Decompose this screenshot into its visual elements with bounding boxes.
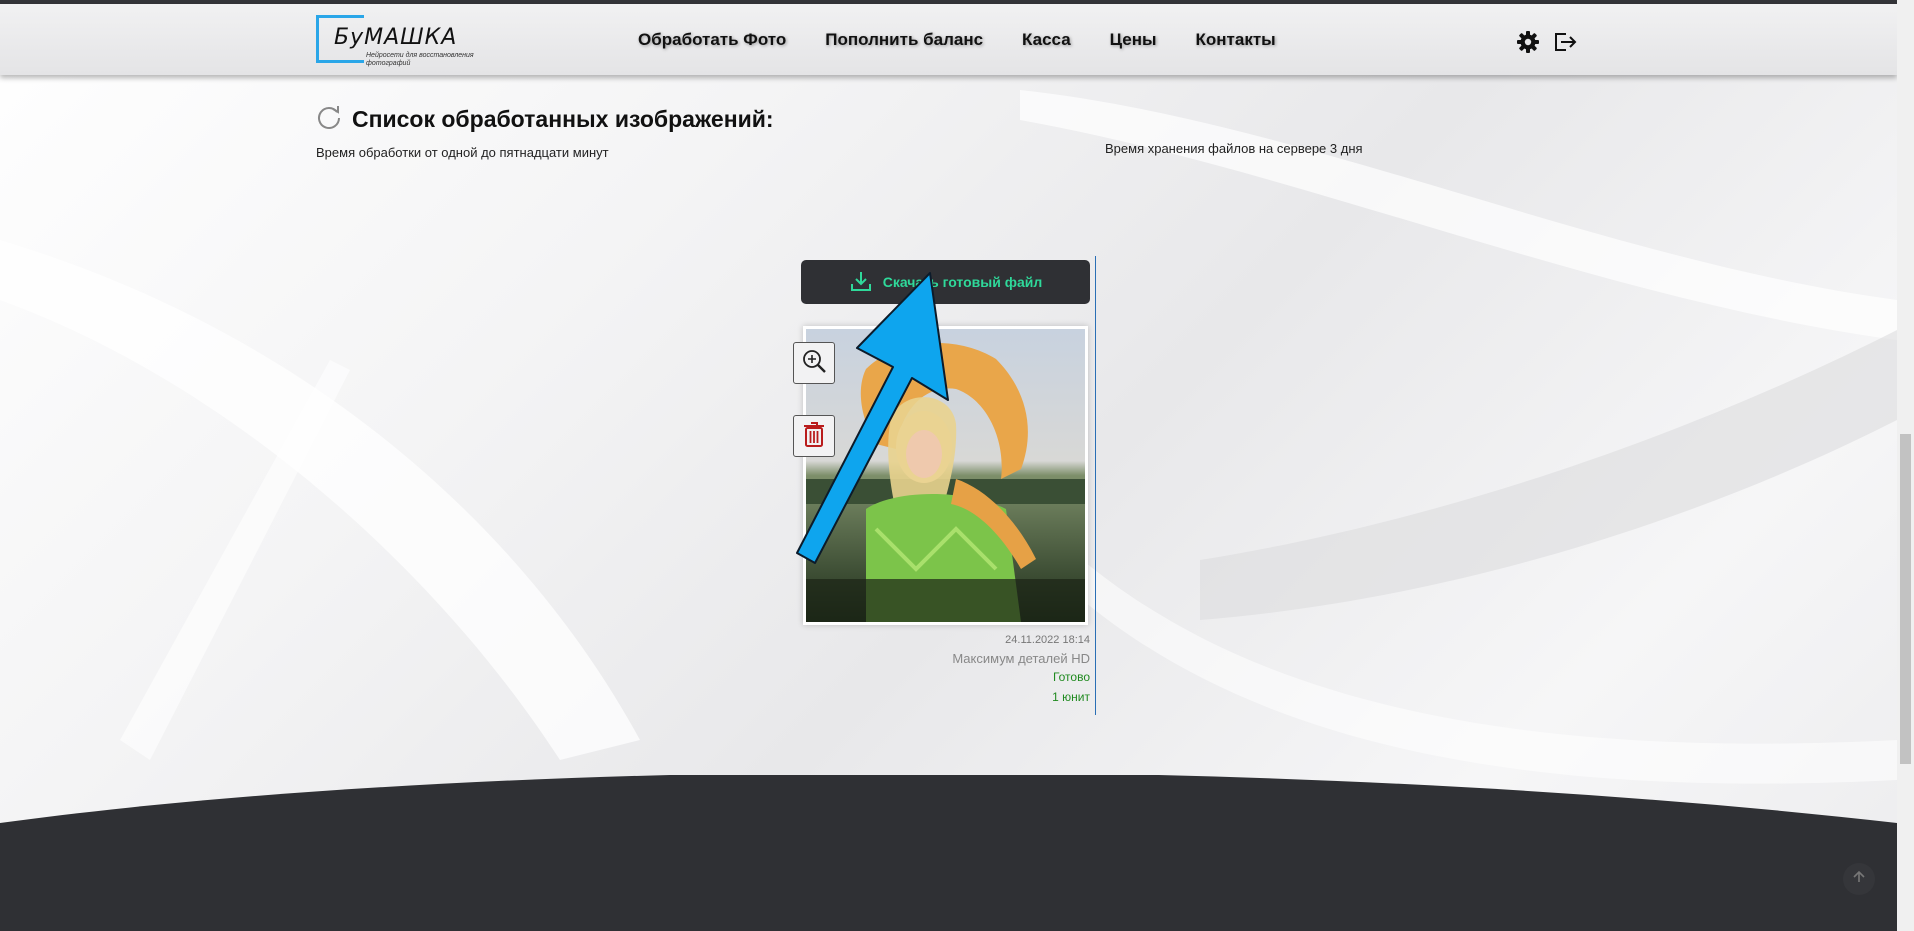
download-icon [849,269,883,296]
download-file-button[interactable]: Скачать готовый файл [801,260,1090,304]
zoom-in-button[interactable] [793,342,835,384]
nav-top-up-balance[interactable]: Пополнить баланс [825,30,983,50]
nav-contacts[interactable]: Контакты [1196,30,1276,50]
nav-prices[interactable]: Цены [1110,30,1157,50]
scroll-to-top-button[interactable] [1843,863,1875,895]
main-nav: Обработать Фото Пополнить баланс Касса Ц… [638,30,1315,50]
page-title: Список обработанных изображений: [352,106,774,132]
nav-process-photo[interactable]: Обработать Фото [638,30,786,50]
site-logo[interactable]: БуМАШКА Нейросети для восстановления фот… [316,15,476,67]
page-heading: Список обработанных изображений: [316,104,774,135]
arrow-up-icon [1852,870,1866,889]
processed-photo [806,329,1085,622]
processed-photo-frame[interactable] [803,326,1088,625]
trash-icon [802,421,826,452]
delete-button[interactable] [793,415,835,457]
processing-time-note: Время обработки от одной до пятнадцати м… [316,145,609,160]
gear-icon[interactable] [1516,30,1540,59]
status-badge: Готово [1052,670,1090,684]
cost-units: 1 юнит [1052,690,1090,704]
processing-mode: Максимум деталей HD [952,651,1090,666]
storage-time-note: Время хранения файлов на сервере 3 дня [1105,141,1363,156]
download-label: Скачать готовый файл [882,274,1043,290]
refresh-icon[interactable] [316,104,342,135]
scrollbar-thumb[interactable] [1900,434,1911,764]
site-footer [0,772,1897,931]
logo-subtitle: Нейросети для восстановления фотографий [366,52,474,67]
zoom-in-icon [801,348,827,379]
card-divider [1095,256,1096,715]
logout-icon[interactable] [1552,30,1578,59]
logo-text: БуМАШКА [334,25,458,50]
nav-cashbox[interactable]: Касса [1022,30,1071,50]
site-header: БуМАШКА Нейросети для восстановления фот… [0,4,1897,75]
processed-date: 24.11.2022 18:14 [1005,634,1090,646]
